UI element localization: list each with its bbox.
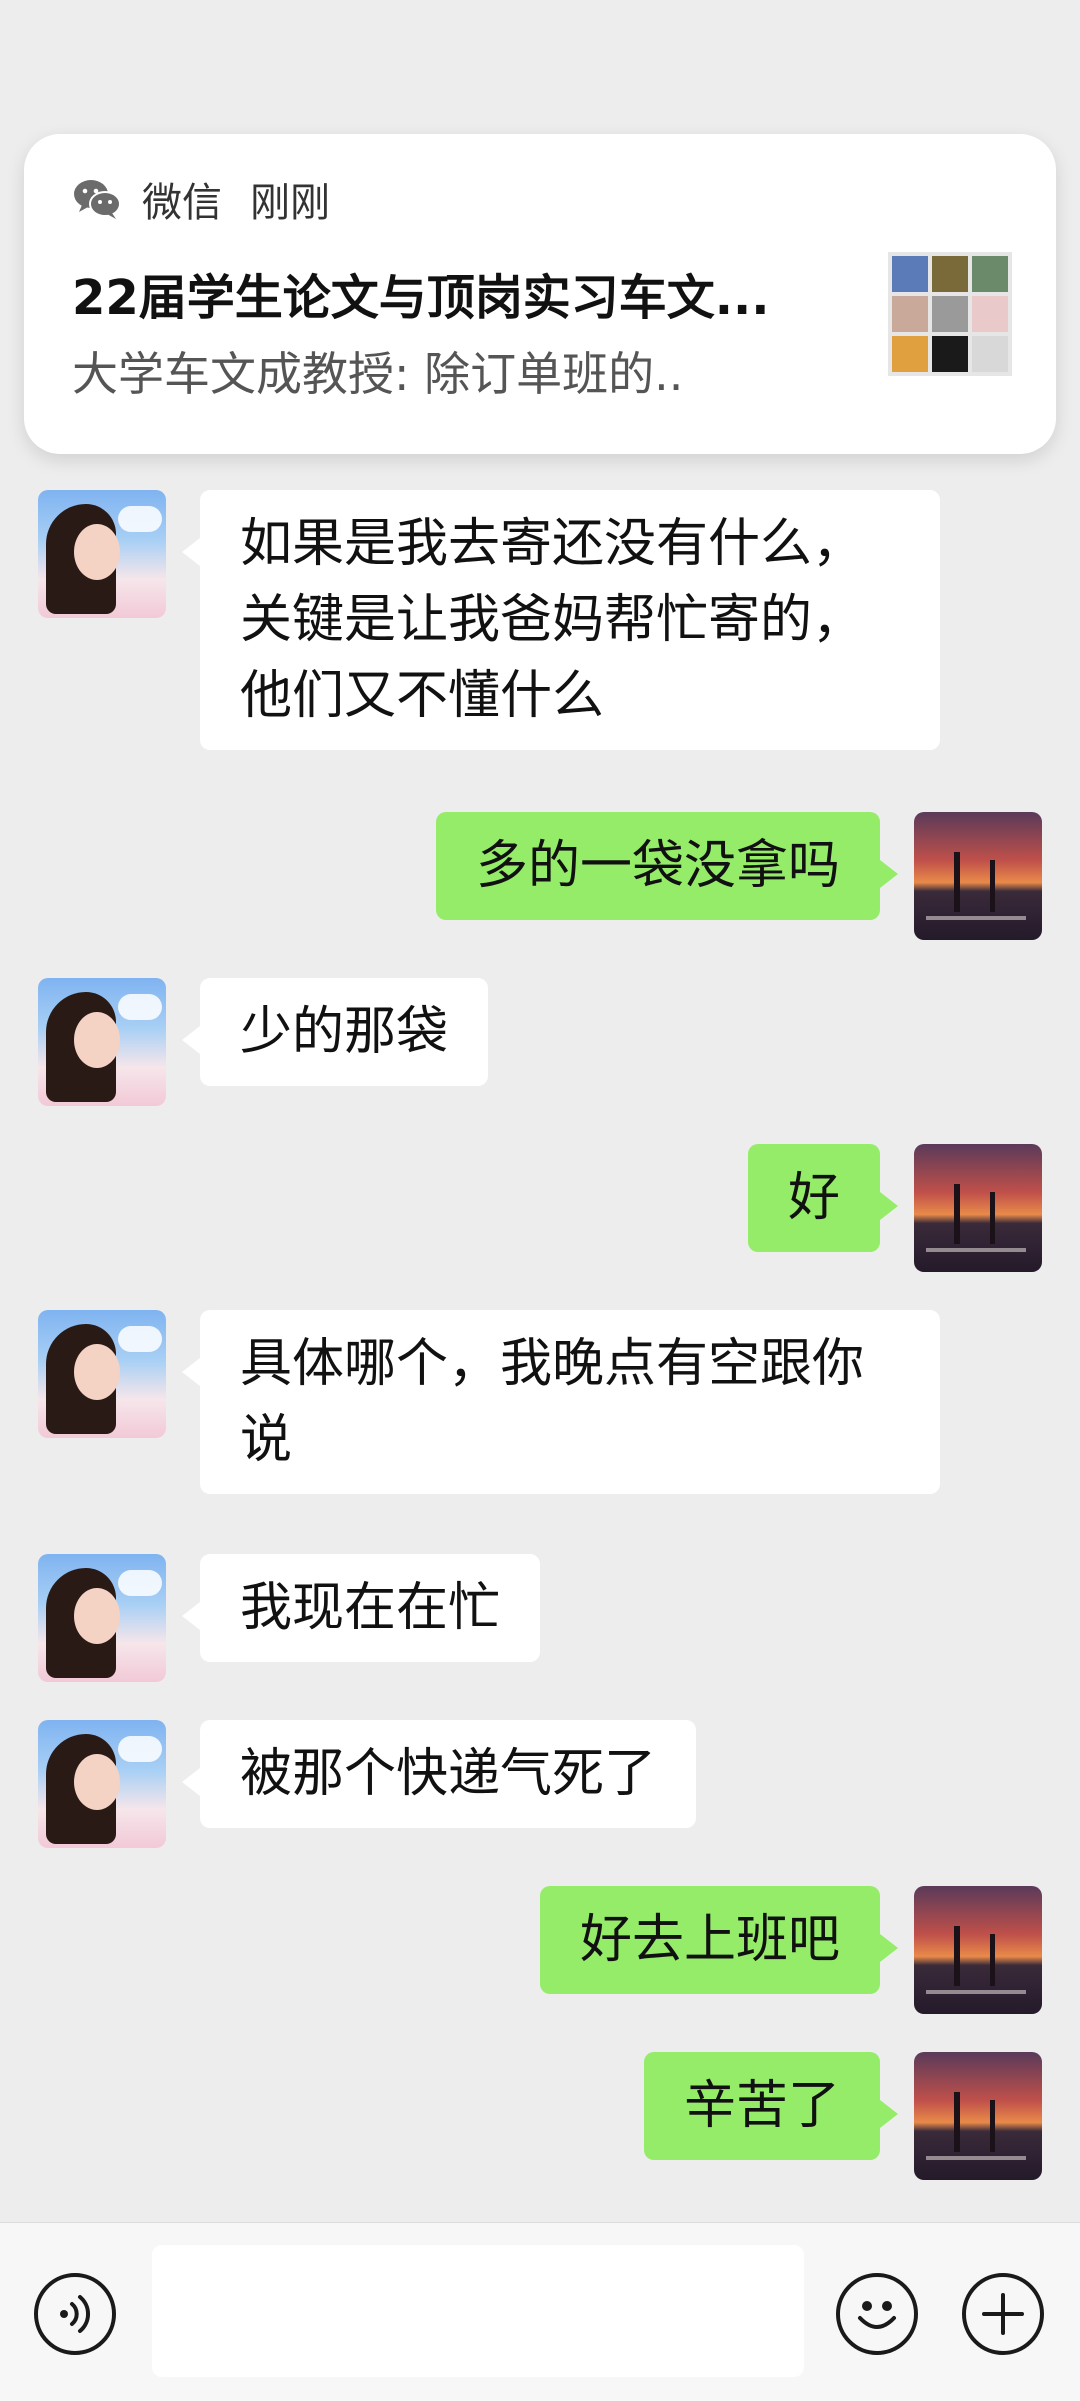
contact-avatar[interactable] [38, 978, 166, 1106]
message-bubble[interactable]: 我现在在忙 [181, 1554, 541, 1662]
self-avatar[interactable] [914, 812, 1042, 940]
message-bubble[interactable]: 辛苦了 [643, 2052, 899, 2160]
group-member-avatar [932, 336, 968, 372]
notification-body: 大学车文成教授: 除订单班的.. [72, 347, 684, 401]
contact-avatar[interactable] [38, 1310, 166, 1438]
group-member-avatar [932, 256, 968, 292]
group-avatar [888, 252, 1012, 376]
group-member-avatar [972, 336, 1008, 372]
self-avatar[interactable] [914, 1144, 1042, 1272]
group-member-avatar [892, 336, 928, 372]
group-member-avatar [972, 296, 1008, 332]
notification-title: 22届学生论文与顶岗实习车文... [72, 270, 770, 326]
emoji-button[interactable] [836, 2273, 918, 2355]
message-bubble[interactable]: 具体哪个，我晚点有空跟你说 [182, 1310, 940, 1494]
contact-avatar[interactable] [38, 1720, 166, 1848]
group-member-avatar [892, 296, 928, 332]
voice-icon [60, 2295, 91, 2333]
voice-button[interactable] [34, 2273, 116, 2355]
contact-avatar[interactable] [38, 490, 166, 618]
self-avatar[interactable] [914, 2052, 1042, 2180]
more-button[interactable] [962, 2273, 1044, 2355]
message-bubble[interactable]: 好去上班吧 [539, 1886, 899, 1994]
plus-icon [982, 2293, 1024, 2335]
contact-avatar[interactable] [38, 1554, 166, 1682]
notification-banner[interactable]: 微信 刚刚 22届学生论文与顶岗实习车文... 大学车文成教授: 除订单班的.. [24, 134, 1056, 454]
group-member-avatar [972, 256, 1008, 292]
message-bubble[interactable]: 被那个快递气死了 [181, 1720, 697, 1828]
emoji-icon [858, 2301, 896, 2329]
message-bubble[interactable]: 少的那袋 [181, 978, 489, 1086]
message-bubble[interactable]: 好 [747, 1144, 899, 1252]
message-bubble[interactable]: 如果是我去寄还没有什么，关键是让我爸妈帮忙寄的，他们又不懂什么 [182, 490, 940, 750]
self-avatar[interactable] [914, 1886, 1042, 2014]
notification-header: 微信 刚刚 [72, 174, 330, 226]
message-bubble[interactable]: 多的一袋没拿吗 [435, 812, 899, 920]
group-member-avatar [892, 256, 928, 292]
group-member-avatar [932, 296, 968, 332]
notification-app-name: 微信 [142, 180, 222, 226]
message-input[interactable] [152, 2245, 804, 2377]
chat-input-bar [0, 2222, 1080, 2401]
notification-time: 刚刚 [250, 180, 330, 226]
wechat-icon [74, 180, 121, 219]
